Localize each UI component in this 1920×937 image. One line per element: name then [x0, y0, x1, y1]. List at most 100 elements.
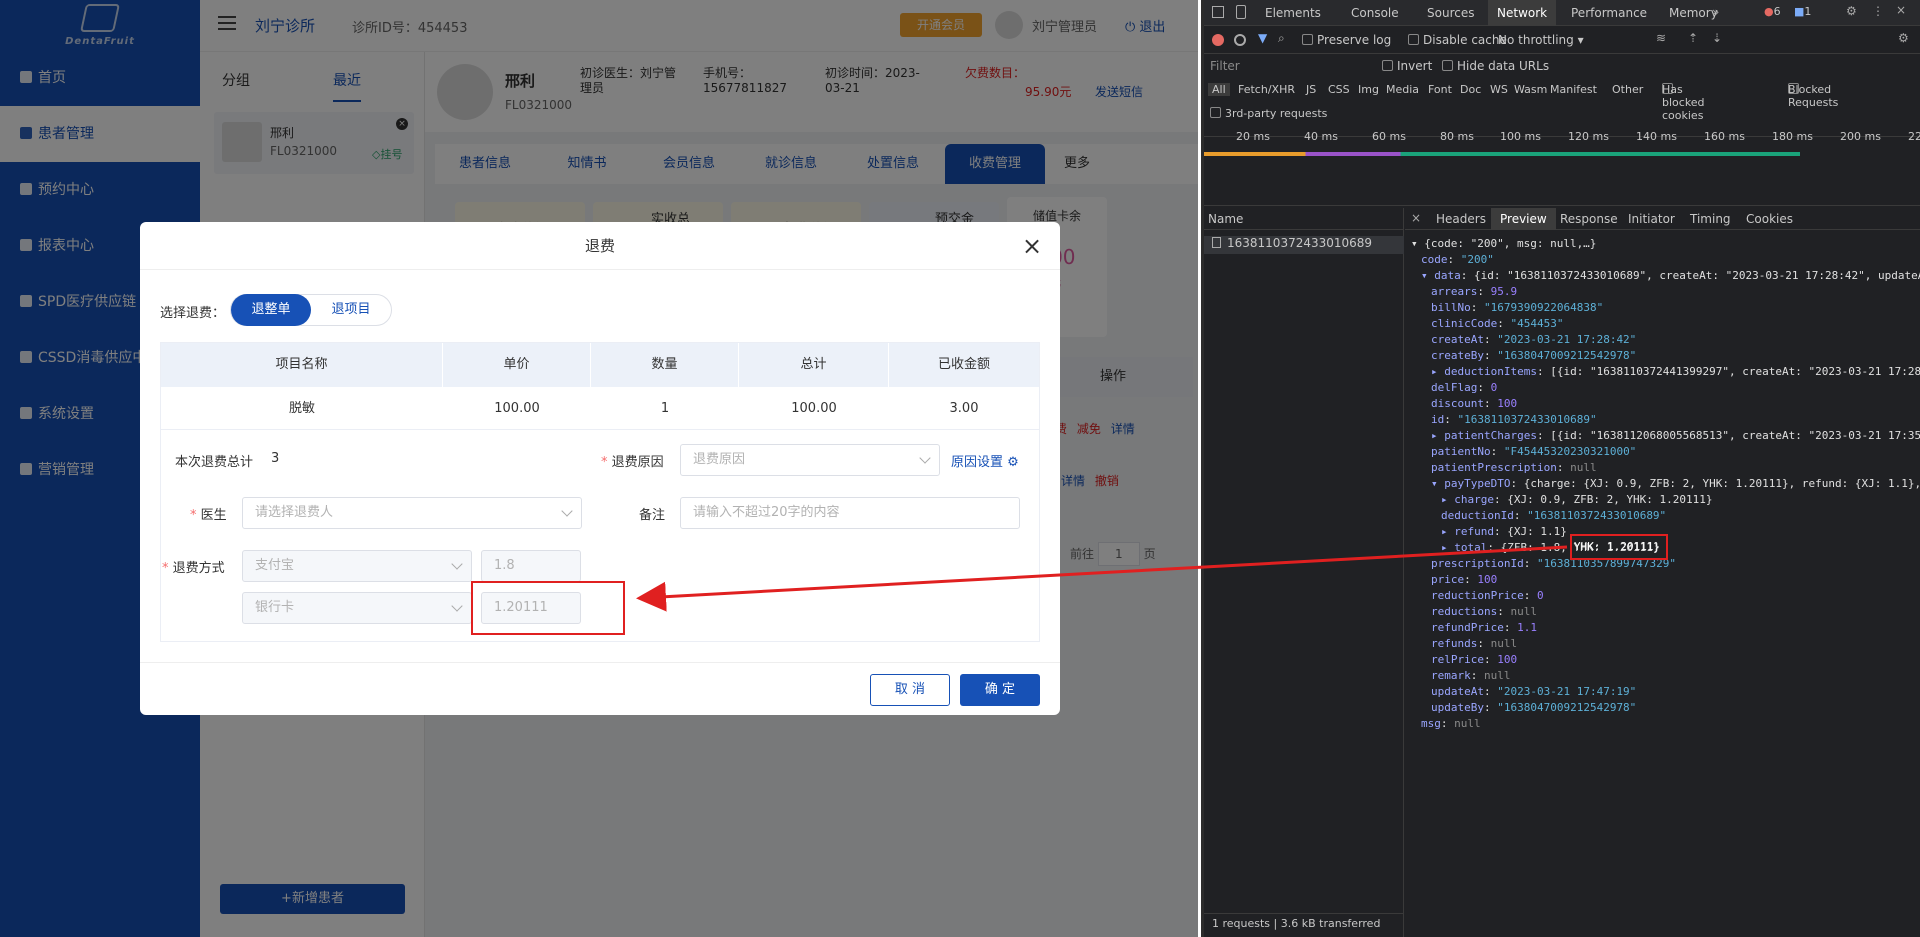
cancel-button[interactable]: 取 消 [870, 674, 950, 706]
more-tabs-icon[interactable]: » [1712, 5, 1719, 19]
dialog-title: 退费 [140, 222, 1060, 270]
tab-elements[interactable]: Elements [1256, 0, 1330, 26]
type-filter-js[interactable]: JS [1306, 83, 1316, 96]
type-filter-all[interactable]: All [1208, 83, 1230, 96]
close-devtools-icon[interactable]: × [1896, 3, 1906, 17]
json-line[interactable]: ▾ {code: "200", msg: null,…} [1411, 236, 1596, 252]
disable-cache-checkbox[interactable]: Disable cache [1408, 33, 1507, 47]
chevron-down-icon [561, 505, 573, 517]
confirm-button[interactable]: 确 定 [960, 674, 1040, 706]
json-line[interactable]: ▸ refund: {XJ: 1.1} [1441, 524, 1567, 540]
reason-placeholder: 退费原因 [693, 452, 746, 467]
throttling-select[interactable]: No throttling ▾ [1498, 33, 1584, 47]
method-name: 支付宝 [255, 558, 295, 573]
refund-reason-select[interactable]: 退费原因 [680, 444, 940, 476]
method-select-2[interactable]: 银行卡 [242, 592, 472, 624]
json-line: delFlag: 0 [1431, 381, 1498, 394]
table-header: 已收金额 [889, 343, 1039, 387]
refund-dialog: 退费 × 选择退费： 退整单 退项目 项目名称 单价 数量 总计 已收金额 脱敏… [140, 222, 1060, 715]
type-filter-css[interactable]: CSS [1328, 83, 1350, 96]
reason-settings-link[interactable]: 原因设置 ⚙ [951, 451, 1019, 470]
message-count[interactable]: ■1 [1794, 5, 1811, 18]
json-line[interactable]: ▾ data: {id: "1638110372433010689", crea… [1421, 268, 1920, 284]
error-count[interactable]: ●6 [1764, 5, 1781, 18]
json-line: id: "1638110372433010689" [1431, 413, 1597, 426]
json-line[interactable]: ▾ payTypeDTO: {charge: {XJ: 0.9, ZFB: 2,… [1431, 476, 1920, 492]
type-filter-other[interactable]: Other [1612, 83, 1643, 96]
type-filter-doc[interactable]: Doc [1460, 83, 1481, 96]
settings-gear-icon[interactable]: ⚙ [1846, 4, 1857, 18]
type-filter-media[interactable]: Media [1386, 83, 1419, 96]
method-label-text: 退费方式 [172, 561, 225, 576]
type-filter-ws[interactable]: WS [1490, 83, 1508, 96]
json-line: patientNo: "F45445320230321000" [1431, 445, 1637, 458]
type-filter-wasm[interactable]: Wasm [1514, 83, 1547, 96]
json-line[interactable]: ▸ charge: {XJ: 0.9, ZFB: 2, YHK: 1.20111… [1441, 492, 1713, 508]
json-line: msg: null [1421, 717, 1481, 730]
json-line[interactable]: ▸ patientCharges: [{id: "163811206800556… [1431, 428, 1920, 444]
refund-type-switch: 退整单 退项目 [230, 294, 392, 326]
name-column-header[interactable]: Name [1204, 208, 1404, 230]
table-cell: 100.00 [494, 401, 540, 416]
network-toolbar: ▼ ⌕ Preserve log Disable cache No thrott… [1204, 26, 1920, 54]
preserve-log-checkbox[interactable]: Preserve log [1302, 33, 1391, 47]
tab-console[interactable]: Console [1342, 0, 1408, 26]
close-icon[interactable]: × [1020, 234, 1044, 258]
remark-input[interactable]: 请输入不超过20字的内容 [680, 497, 1020, 529]
method-name: 银行卡 [255, 600, 295, 615]
resource-type-filters: All Fetch/XHR JS CSS Img Media Font Doc … [1204, 83, 1920, 122]
tab-preview[interactable]: Preview [1491, 208, 1556, 230]
refund-reason-label: * 退费原因 [601, 455, 664, 470]
table-cell: 脱敏 [288, 401, 315, 416]
remark-label: 备注 [639, 508, 666, 523]
json-line: patientPrescription: null [1431, 461, 1597, 474]
tab-sources[interactable]: Sources [1418, 0, 1483, 26]
reason-settings-label: 原因设置 [951, 455, 1004, 470]
tab-headers[interactable]: Headers [1427, 208, 1495, 230]
tab-initiator[interactable]: Initiator [1619, 208, 1684, 230]
refund-whole-option[interactable]: 退整单 [231, 294, 311, 326]
doctor-select[interactable]: 请选择退费人 [242, 497, 582, 529]
record-icon[interactable] [1212, 34, 1224, 46]
table-header: 数量 [591, 343, 739, 387]
wifi-icon[interactable]: ≋ [1656, 31, 1666, 45]
filter-input[interactable]: Filter [1210, 59, 1240, 73]
type-filter-img[interactable]: Img [1358, 83, 1379, 96]
download-icon[interactable]: ⇣ [1712, 31, 1722, 45]
method-amount-1[interactable]: 1.8 [481, 550, 581, 582]
tick-label: 160 ms [1704, 130, 1745, 143]
json-line: arrears: 95.9 [1431, 285, 1518, 298]
refund-items-table: 项目名称 单价 数量 总计 已收金额 脱敏 100.00 1 100.00 3.… [160, 342, 1040, 430]
network-settings-icon[interactable]: ⚙ [1898, 31, 1909, 45]
tab-timing[interactable]: Timing [1681, 208, 1740, 230]
json-line[interactable]: ▸ deductionItems: [{id: "163811037244139… [1431, 364, 1920, 380]
reason-label-text: 退费原因 [611, 455, 664, 470]
type-filter-font[interactable]: Font [1428, 83, 1452, 96]
tab-network[interactable]: Network [1488, 0, 1557, 26]
json-preview: ▾ {code: "200", msg: null,…} code: "200" ▾… [1405, 236, 1920, 916]
type-filter-manifest[interactable]: Manifest [1550, 83, 1597, 96]
clear-icon[interactable] [1234, 34, 1246, 46]
inspect-icon[interactable] [1212, 6, 1224, 18]
blocked-requests-label: Blocked Requests [1788, 83, 1839, 109]
doctor-label: * 医生 [190, 508, 227, 523]
tab-performance[interactable]: Performance [1562, 0, 1656, 26]
tab-response[interactable]: Response [1551, 208, 1627, 230]
upload-icon[interactable]: ⇡ [1688, 31, 1698, 45]
search-icon[interactable]: ⌕ [1278, 31, 1285, 46]
refund-item-option[interactable]: 退项目 [311, 295, 391, 325]
third-party-checkbox[interactable]: 3rd-party requests [1210, 107, 1327, 120]
blocked-cookies-label: Has blocked cookies [1662, 83, 1705, 122]
device-toolbar-icon[interactable] [1236, 5, 1246, 19]
kebab-menu-icon[interactable]: ⋮ [1872, 4, 1884, 18]
close-detail-icon[interactable]: × [1411, 211, 1421, 225]
table-cell: 1 [660, 401, 670, 416]
tab-cookies[interactable]: Cookies [1737, 208, 1802, 230]
type-filter-xhr[interactable]: Fetch/XHR [1238, 83, 1295, 96]
filter-icon[interactable]: ▼ [1258, 31, 1267, 45]
method-select-1[interactable]: 支付宝 [242, 550, 472, 582]
invert-checkbox[interactable]: Invert [1382, 59, 1432, 73]
hide-data-urls-checkbox[interactable]: Hide data URLs [1442, 59, 1549, 73]
request-row[interactable]: 1638110372433010689 [1204, 236, 1404, 254]
json-line: deductionId: "1638110372433010689" [1441, 509, 1667, 522]
